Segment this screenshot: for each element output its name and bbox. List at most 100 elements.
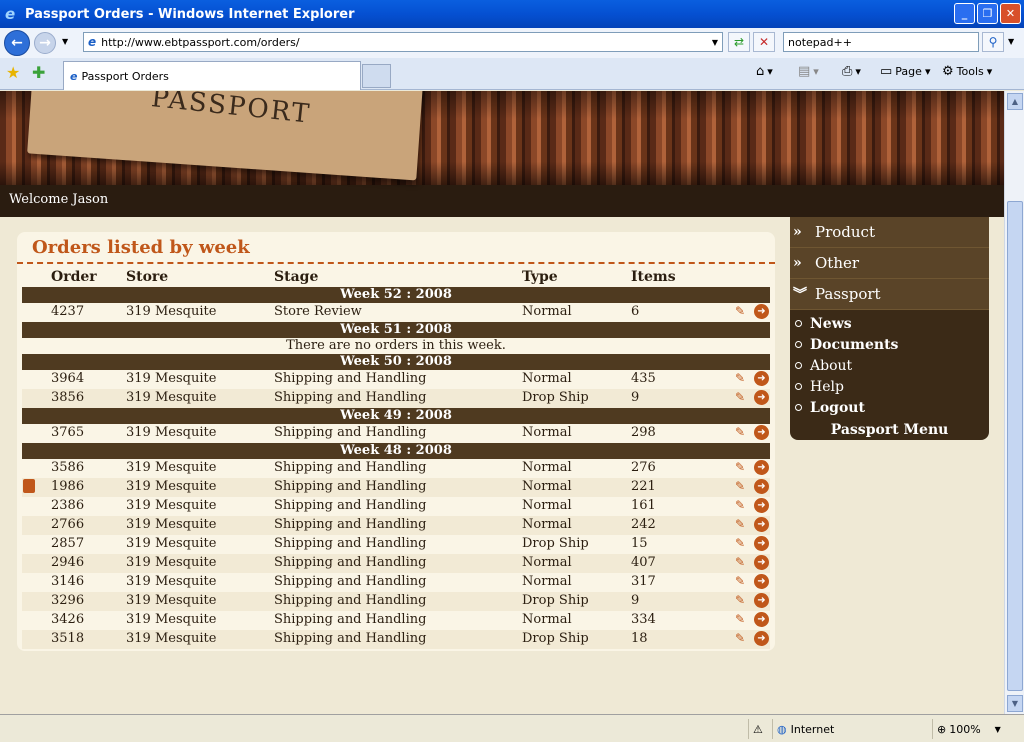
edit-order-icon[interactable]: ✎ <box>735 425 749 439</box>
view-order-icon[interactable]: ➜ <box>754 517 769 532</box>
table-row[interactable]: 3856 319 Mesquite Shipping and Handling Dro… <box>22 389 770 408</box>
home-button[interactable]: ⌂ ▾ <box>756 64 773 79</box>
view-order-icon[interactable]: ➜ <box>754 390 769 405</box>
scroll-down-icon[interactable]: ▼ <box>1007 695 1023 712</box>
view-order-icon[interactable]: ➜ <box>754 631 769 646</box>
view-order-icon[interactable]: ➜ <box>754 593 769 608</box>
table-cell: Normal <box>522 517 572 532</box>
section-label: Product <box>815 223 875 241</box>
scroll-thumb[interactable] <box>1007 201 1023 691</box>
sidebar-item-documents[interactable]: Documents <box>790 334 989 355</box>
view-order-icon[interactable]: ➜ <box>754 371 769 386</box>
edit-order-icon[interactable]: ✎ <box>735 390 749 404</box>
add-favorites-icon[interactable]: ✚ <box>32 63 45 82</box>
table-row[interactable]: 2857 319 Mesquite Shipping and Handling Dro… <box>22 535 770 554</box>
sidebar-section-other[interactable]: » Other <box>790 248 989 279</box>
table-row[interactable]: 2766 319 Mesquite Shipping and Handling Nor… <box>22 516 770 535</box>
forward-button[interactable]: → <box>34 32 56 54</box>
sidebar-section-product[interactable]: » Product <box>790 217 989 248</box>
maximize-button[interactable]: ❐ <box>977 3 998 24</box>
history-dropdown-icon[interactable]: ▼ <box>62 37 68 46</box>
view-order-icon[interactable]: ➜ <box>754 555 769 570</box>
url-dropdown-icon[interactable]: ▼ <box>712 38 718 47</box>
menu-title: Passport Menu <box>830 422 949 438</box>
view-order-icon[interactable]: ➜ <box>754 498 769 513</box>
table-cell: 2386 <box>51 498 85 513</box>
edit-order-icon[interactable]: ✎ <box>735 304 749 318</box>
table-cell: Normal <box>522 304 572 319</box>
zone-indicator[interactable]: ◍ Internet <box>772 719 932 739</box>
view-order-icon[interactable]: ➜ <box>754 460 769 475</box>
week-header: Week 51 : 2008 <box>22 322 770 338</box>
table-cell: 2857 <box>51 536 85 551</box>
page-menu[interactable]: ▭ Page ▾ <box>880 64 930 79</box>
table-row[interactable]: 3426 319 Mesquite Shipping and Handling Nor… <box>22 611 770 630</box>
table-row[interactable]: 2386 319 Mesquite Shipping and Handling Nor… <box>22 497 770 516</box>
search-options-icon[interactable]: ▼ <box>1008 37 1014 46</box>
table-cell: 319 Mesquite <box>126 536 217 551</box>
zoom-control[interactable]: ⊕ 100% ▼ <box>932 719 1022 739</box>
column-header[interactable]: Type <box>522 269 558 285</box>
edit-order-icon[interactable]: ✎ <box>735 479 749 493</box>
column-header[interactable]: Items <box>631 269 676 285</box>
sidebar-item-about[interactable]: About <box>790 355 989 376</box>
minimize-button[interactable]: _ <box>954 3 975 24</box>
edit-order-icon[interactable]: ✎ <box>735 460 749 474</box>
edit-order-icon[interactable]: ✎ <box>735 574 749 588</box>
sidebar-section-passport[interactable]: ︾ Passport <box>790 279 989 310</box>
scroll-up-icon[interactable]: ▲ <box>1007 93 1023 110</box>
url-field[interactable]: e http://www.ebtpassport.com/orders/ ▼ <box>83 32 723 52</box>
table-row[interactable]: 3964 319 Mesquite Shipping and Handling Nor… <box>22 370 770 389</box>
column-header[interactable]: Order <box>51 269 97 285</box>
table-cell: 9 <box>631 593 640 608</box>
print-button[interactable]: ⎙ ▾ <box>842 64 861 79</box>
edit-order-icon[interactable]: ✎ <box>735 612 749 626</box>
table-row[interactable]: 3296 319 Mesquite Shipping and Handling Dro… <box>22 592 770 611</box>
view-order-icon[interactable]: ➜ <box>754 536 769 551</box>
edit-order-icon[interactable]: ✎ <box>735 555 749 569</box>
sidebar-item-label: News <box>810 315 852 332</box>
sidebar-item-news[interactable]: News <box>790 313 989 334</box>
page-viewport: PASSPORT Welcome Jason Orders listed by … <box>0 91 1004 714</box>
table-cell: 435 <box>631 371 656 386</box>
refresh-icon[interactable]: ⇄ <box>728 32 750 52</box>
column-header[interactable]: Store <box>126 269 168 285</box>
bullet-icon <box>795 383 802 390</box>
table-row[interactable]: 3518 319 Mesquite Shipping and Handling Dro… <box>22 630 770 649</box>
favorites-star-icon[interactable]: ★ <box>6 63 20 82</box>
edit-order-icon[interactable]: ✎ <box>735 593 749 607</box>
search-input[interactable]: notepad++ <box>783 32 979 52</box>
edit-order-icon[interactable]: ✎ <box>735 371 749 385</box>
view-order-icon[interactable]: ➜ <box>754 612 769 627</box>
table-row[interactable]: 1986 319 Mesquite Shipping and Handling Nor… <box>22 478 770 497</box>
vertical-scrollbar[interactable]: ▲ ▼ <box>1004 91 1024 714</box>
sidebar-item-logout[interactable]: Logout <box>790 397 989 418</box>
tab-passport-orders[interactable]: e Passport Orders <box>63 61 361 90</box>
close-button[interactable]: ✕ <box>1000 3 1021 24</box>
stop-icon[interactable]: ✕ <box>753 32 775 52</box>
edit-order-icon[interactable]: ✎ <box>735 517 749 531</box>
table-row[interactable]: 3586 319 Mesquite Shipping and Handling Nor… <box>22 459 770 478</box>
feeds-button[interactable]: ▤ ▾ <box>798 64 819 79</box>
edit-order-icon[interactable]: ✎ <box>735 498 749 512</box>
popup-blocker-icon[interactable]: ⚠ <box>748 719 772 739</box>
view-order-icon[interactable]: ➜ <box>754 574 769 589</box>
back-button[interactable]: ← <box>4 30 30 56</box>
table-row[interactable]: 3765 319 Mesquite Shipping and Handling Nor… <box>22 424 770 443</box>
rss-icon: ▤ <box>798 64 811 79</box>
table-row[interactable]: 2946 319 Mesquite Shipping and Handling Nor… <box>22 554 770 573</box>
table-row[interactable]: 4237 319 Mesquite Store Review Normal 6 ✎ ➜ <box>22 303 770 322</box>
view-order-icon[interactable]: ➜ <box>754 479 769 494</box>
table-row[interactable]: 3146 319 Mesquite Shipping and Handling Nor… <box>22 573 770 592</box>
view-order-icon[interactable]: ➜ <box>754 425 769 440</box>
edit-order-icon[interactable]: ✎ <box>735 536 749 550</box>
sidebar-item-help[interactable]: Help <box>790 376 989 397</box>
table-cell: 3518 <box>51 631 85 646</box>
column-header[interactable]: Stage <box>274 269 318 285</box>
new-tab-button[interactable] <box>362 64 391 88</box>
search-icon[interactable]: ⚲ <box>982 32 1004 52</box>
view-order-icon[interactable]: ➜ <box>754 304 769 319</box>
edit-order-icon[interactable]: ✎ <box>735 631 749 645</box>
tools-menu[interactable]: ⚙ Tools ▾ <box>942 64 992 79</box>
zoom-level: 100% <box>949 722 981 736</box>
